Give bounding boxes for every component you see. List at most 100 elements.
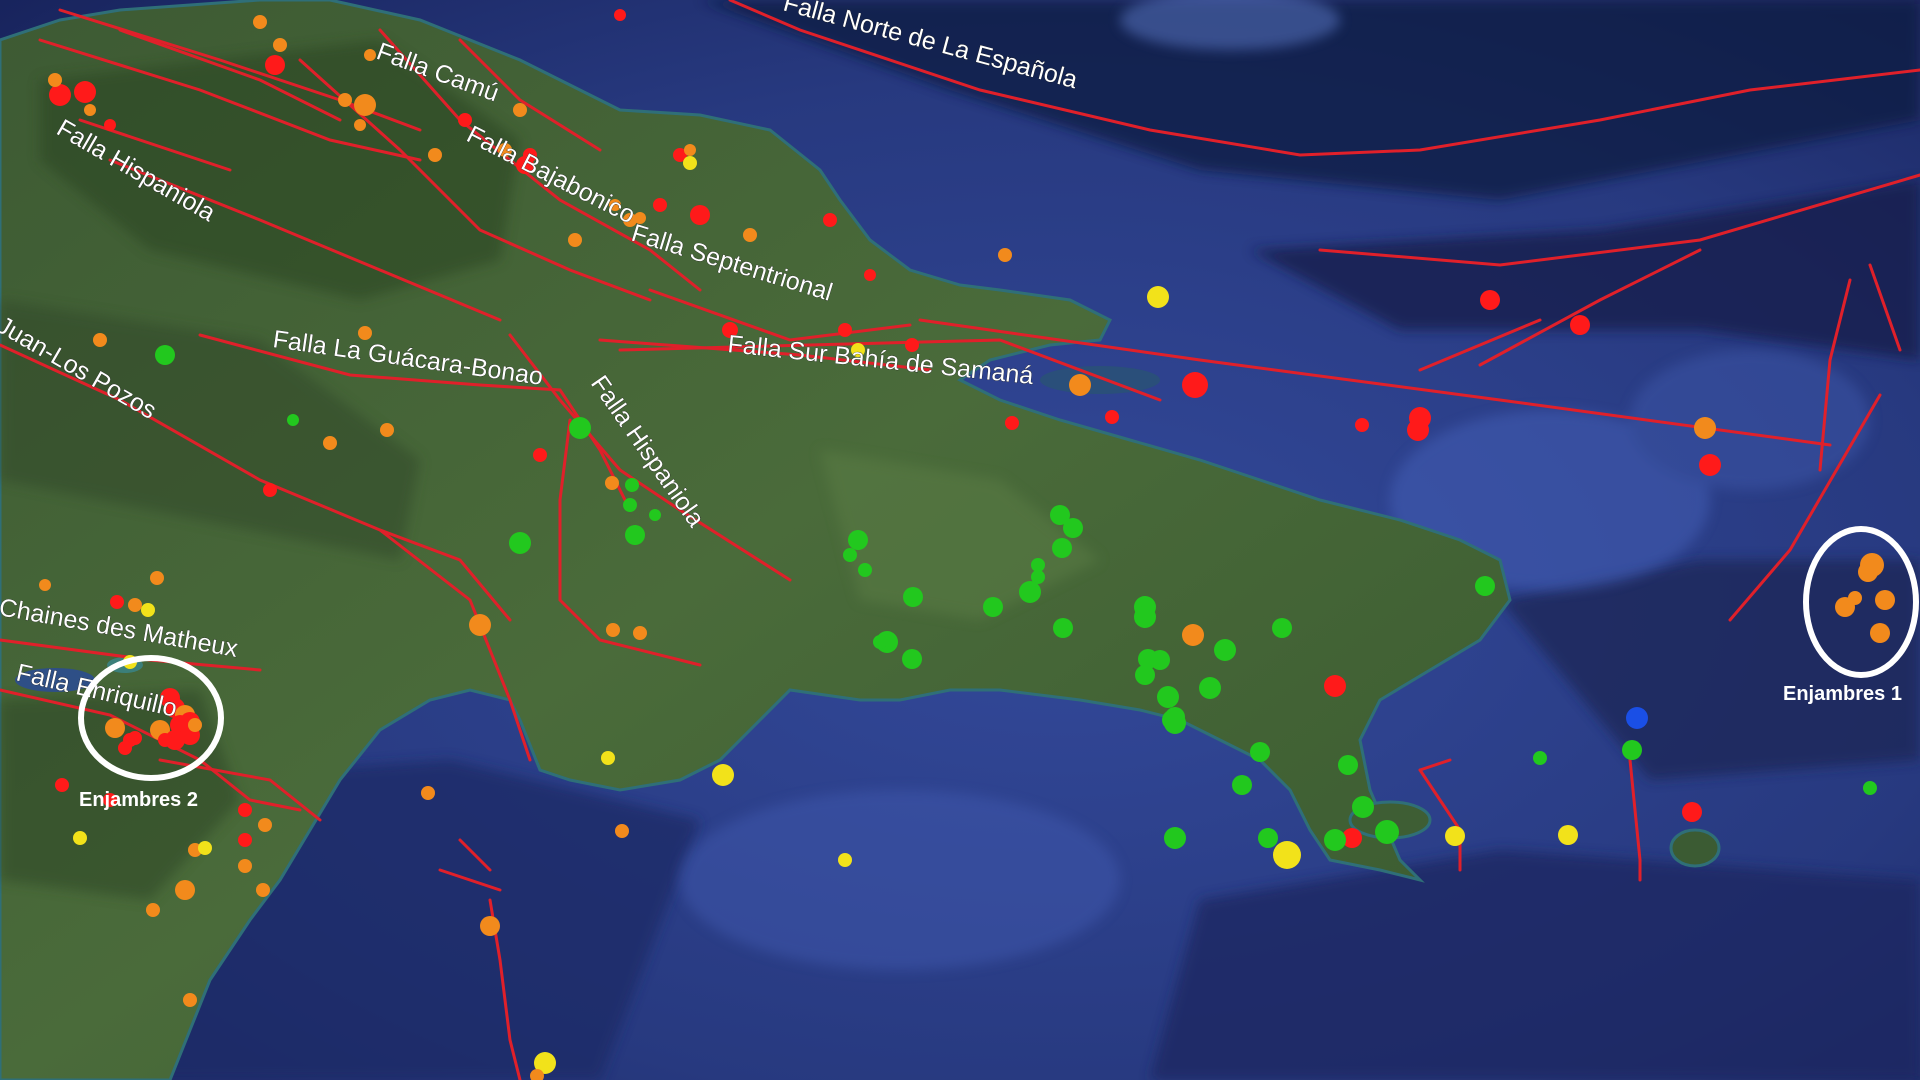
earthquake-event-orange (421, 786, 435, 800)
earthquake-event-orange (633, 626, 647, 640)
map-canvas: Falla Norte de La EspañolaFalla CamúFall… (0, 0, 1920, 1080)
earthquake-event-orange (39, 579, 51, 591)
earthquake-event-orange (150, 571, 164, 585)
earthquake-event-orange (605, 476, 619, 490)
earthquake-event-yellow (838, 853, 852, 867)
swarm-1-label: Enjambres 1 (1783, 683, 1902, 705)
earthquake-event-green (1199, 677, 1221, 699)
earthquake-event-orange (354, 94, 376, 116)
earthquake-event-green (873, 635, 887, 649)
earthquake-event-orange (606, 623, 620, 637)
earthquake-event-orange (256, 883, 270, 897)
earthquake-event-green (903, 587, 923, 607)
earthquake-event-red (55, 778, 69, 792)
earthquake-event-green (843, 548, 857, 562)
earthquake-event-red (458, 113, 472, 127)
earthquake-event-orange (253, 15, 267, 29)
earthquake-event-orange (84, 104, 96, 116)
earthquake-event-green (983, 597, 1003, 617)
earthquake-event-yellow (1147, 286, 1169, 308)
earthquake-event-red (110, 595, 124, 609)
earthquake-event-red (238, 803, 252, 817)
earthquake-event-red (1480, 290, 1500, 310)
earthquake-event-green (1019, 581, 1041, 603)
earthquake-event-green (1232, 775, 1252, 795)
earthquake-event-green (1214, 639, 1236, 661)
earthquake-event-red (823, 213, 837, 227)
earthquake-event-yellow (712, 764, 734, 786)
earthquake-event-orange (175, 880, 195, 900)
earthquake-event-yellow (1558, 825, 1578, 845)
earthquake-event-green (902, 649, 922, 669)
earthquake-event-green (858, 563, 872, 577)
earthquake-event-green (155, 345, 175, 365)
earthquake-event-orange (48, 73, 62, 87)
earthquake-event-yellow (1273, 841, 1301, 869)
earthquake-event-orange (323, 436, 337, 450)
earthquake-event-green (1053, 618, 1073, 638)
earthquake-event-orange (428, 148, 442, 162)
earthquake-event-red (1005, 416, 1019, 430)
earthquake-event-green (1863, 781, 1877, 795)
earthquake-event-green (1250, 742, 1270, 762)
earthquake-event-yellow (683, 156, 697, 170)
samana-bay (1040, 366, 1160, 394)
earthquake-event-orange (93, 333, 107, 347)
earthquake-event-orange (105, 718, 125, 738)
earthquake-event-orange (743, 228, 757, 242)
earthquake-event-blue (1626, 707, 1648, 729)
earthquake-event-orange (1694, 417, 1716, 439)
earthquake-event-red (265, 55, 285, 75)
earthquake-event-orange (188, 718, 202, 732)
earthquake-event-orange (1875, 590, 1895, 610)
earthquake-event-green (1533, 751, 1547, 765)
earthquake-event-orange (354, 119, 366, 131)
earthquake-event-green (623, 498, 637, 512)
earthquake-event-green (287, 414, 299, 426)
earthquake-event-orange (568, 233, 582, 247)
earthquake-event-red (49, 84, 71, 106)
earthquake-event-red (1182, 372, 1208, 398)
earthquake-event-green (1352, 796, 1374, 818)
earthquake-event-green (1622, 740, 1642, 760)
earthquake-event-yellow (141, 603, 155, 617)
earthquake-event-orange (128, 598, 142, 612)
earthquake-event-green (509, 532, 531, 554)
swarm-2-label: Enjambres 2 (79, 789, 198, 811)
earthquake-event-yellow (198, 841, 212, 855)
earthquake-event-red (74, 81, 96, 103)
earthquake-event-green (625, 478, 639, 492)
earthquake-event-green (1052, 538, 1072, 558)
earthquake-event-green (848, 530, 868, 550)
earthquake-event-red (158, 733, 172, 747)
earthquake-event-red (118, 741, 132, 755)
seismicity-map: Falla Norte de La Española Falla Camú Fall… (0, 0, 1920, 1080)
earthquake-event-orange (1858, 562, 1878, 582)
earthquake-event-orange (615, 824, 629, 838)
earthquake-event-green (1272, 618, 1292, 638)
earthquake-event-orange (513, 103, 527, 117)
earthquake-event-yellow (601, 751, 615, 765)
earthquake-event-red (614, 9, 626, 21)
earthquake-event-green (569, 417, 591, 439)
earthquake-event-red (1570, 315, 1590, 335)
earthquake-event-green (1135, 665, 1155, 685)
earthquake-event-orange (183, 993, 197, 1007)
earthquake-event-green (1031, 558, 1045, 572)
earthquake-event-orange (1182, 624, 1204, 646)
earthquake-event-red (104, 119, 116, 131)
earthquake-event-red (1682, 802, 1702, 822)
earthquake-event-yellow (73, 831, 87, 845)
earthquake-event-red (128, 731, 142, 745)
earthquake-event-green (1475, 576, 1495, 596)
earthquake-event-orange (469, 614, 491, 636)
earthquake-event-red (1407, 419, 1429, 441)
earthquake-event-orange (1069, 374, 1091, 396)
earthquake-event-green (1134, 606, 1156, 628)
earthquake-event-green (1164, 712, 1186, 734)
earthquake-event-orange (338, 93, 352, 107)
earthquake-event-orange (1848, 591, 1862, 605)
island-mona (1669, 828, 1721, 868)
earthquake-event-red (533, 448, 547, 462)
earthquake-event-red (1324, 675, 1346, 697)
